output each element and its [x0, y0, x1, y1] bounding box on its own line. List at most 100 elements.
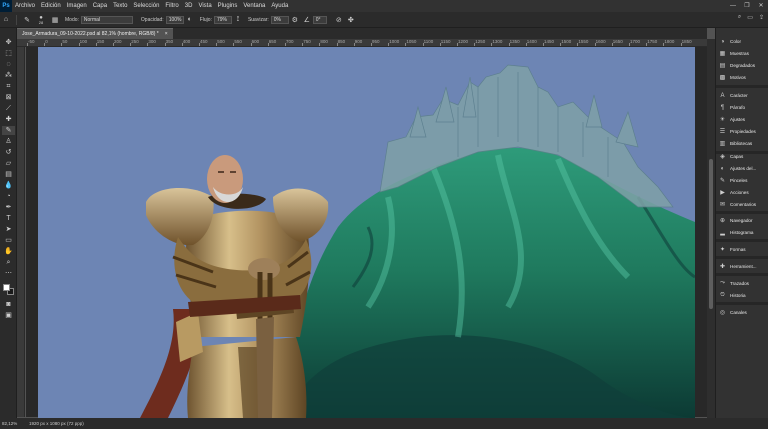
panel-libraries[interactable]: ▥ Bibliotecas [718, 138, 768, 149]
flow-field[interactable]: 79% [213, 15, 232, 24]
mode-select[interactable]: Normal [80, 15, 133, 24]
vertical-scrollbar[interactable] [707, 39, 715, 418]
lasso-tool-icon[interactable]: ◌ [2, 60, 15, 69]
quick-mask-icon[interactable]: ◙ [2, 300, 15, 309]
brush-tool-icon[interactable]: ✎ [21, 14, 33, 26]
vertical-ruler[interactable] [17, 47, 25, 417]
path-selection-tool-icon[interactable]: ➤ [2, 225, 15, 234]
document-tab-title: Jose_Armadura_09-10-2022.psd al 82,1% (h… [22, 31, 159, 37]
zoom-level[interactable]: 82,12% [0, 421, 17, 426]
panel-navigator[interactable]: ⊕ Navegador [718, 215, 768, 226]
close-tab-icon[interactable]: × [165, 29, 168, 39]
gradient-tool-icon[interactable]: ▤ [2, 170, 15, 179]
screen-mode-icon[interactable]: ▣ [2, 311, 15, 320]
marquee-tool-icon[interactable]: ⬚ [2, 49, 15, 58]
panel-properties[interactable]: ☰ Propiedades [718, 126, 768, 137]
menu-ventana[interactable]: Ventana [240, 3, 268, 9]
panel-patterns[interactable]: ▩ Motivos [718, 72, 768, 83]
frame-tool-icon[interactable]: ⊠ [2, 93, 15, 102]
menu-plugins[interactable]: Plugins [215, 3, 241, 9]
clone-stamp-tool-icon[interactable]: ♙ [2, 137, 15, 146]
blur-tool-icon[interactable]: 💧 [2, 181, 15, 190]
smoothing-field[interactable]: 0% [270, 15, 289, 24]
panel-comments[interactable]: ✉ Comentarios [718, 199, 768, 210]
panel-paragraph[interactable]: ¶ Párrafo [718, 102, 768, 113]
eyedropper-tool-icon[interactable]: ⟋ [2, 104, 15, 113]
panel-color[interactable]: ◑ Color [718, 36, 768, 47]
history-brush-tool-icon[interactable]: ↺ [2, 148, 15, 157]
vertical-scroll-thumb[interactable] [709, 159, 713, 309]
type-tool-icon[interactable]: T [2, 214, 15, 223]
panel-gradients[interactable]: ▤ Degradados [718, 60, 768, 71]
menu-3d[interactable]: 3D [182, 3, 196, 9]
menu-texto[interactable]: Texto [110, 3, 130, 9]
search-icon[interactable]: ⌕ [738, 14, 741, 21]
brush-preset-picker[interactable]: ● 28 [33, 14, 49, 26]
crop-tool-icon[interactable]: ⌗ [2, 82, 15, 91]
angle-field[interactable]: 0° [312, 15, 327, 24]
panel-tool-presets[interactable]: ✚ Herramient... [718, 261, 768, 272]
panel-character[interactable]: A Carácter [718, 90, 768, 101]
pen-tool-icon[interactable]: ✒ [2, 203, 15, 212]
status-bar: 82,12% 1920 px x 1080 px (72 ppp) [0, 418, 768, 429]
minimize-button[interactable]: — [726, 0, 740, 12]
pressure-size-icon[interactable]: ⊘ [333, 14, 345, 26]
panel-label: Trazados [730, 281, 749, 286]
eraser-tool-icon[interactable]: ▱ [2, 159, 15, 168]
share-icon[interactable]: ⇪ [759, 14, 764, 21]
panel-paths[interactable]: ⤳ Trazados [718, 278, 768, 289]
panel-actions[interactable]: ▶ Acciones [718, 187, 768, 198]
menu-seleccion[interactable]: Selección [130, 3, 162, 9]
panel-channels[interactable]: ◎ Canales [718, 307, 768, 318]
panel-shapes[interactable]: ✦ Formas [718, 244, 768, 255]
panel-adjustments[interactable]: ☀ Ajustes [718, 114, 768, 125]
dodge-tool-icon[interactable]: ◔ [2, 192, 15, 201]
healing-brush-tool-icon[interactable]: ✚ [2, 115, 15, 124]
quick-select-tool-icon[interactable]: ⁂ [2, 71, 15, 80]
move-tool-icon[interactable]: ✥ [2, 38, 15, 47]
foreground-color-swatch[interactable] [3, 284, 10, 291]
menu-capa[interactable]: Capa [90, 3, 110, 9]
menu-archivo[interactable]: Archivo [12, 3, 38, 9]
panel-layers[interactable]: ◈ Capas [718, 151, 768, 162]
panel-swatches[interactable]: ▦ Muestras [718, 48, 768, 59]
opacity-field[interactable]: 100% [165, 15, 184, 24]
smoothing-options-gear-icon[interactable]: ⚙ [289, 14, 301, 26]
document-canvas[interactable] [38, 47, 695, 418]
home-icon[interactable]: ⌂ [0, 14, 12, 26]
ruler-tick-mark [560, 43, 562, 46]
horizontal-ruler[interactable]: -50 0 50 100 150 200 250 300 350 400 450 500 550 600 6… [17, 39, 707, 47]
artwork [38, 47, 695, 418]
panel-history[interactable]: ⏲ Historia [718, 290, 768, 301]
maximize-button[interactable]: ❐ [740, 0, 754, 12]
color-wheel-icon: ◑ [720, 38, 725, 45]
ruler-tick-mark [594, 43, 596, 46]
ruler-tick-mark [422, 43, 424, 46]
zoom-tool-icon[interactable]: ⌕ [2, 258, 15, 267]
panel-layer-adjustments[interactable]: ◐ Ajustes del... [718, 163, 768, 174]
layer-adjustments-icon: ◐ [720, 165, 725, 172]
workspace-icon[interactable]: ▭ [747, 14, 753, 21]
menu-imagen[interactable]: Imagen [64, 3, 90, 9]
panel-histogram[interactable]: ▂ Histograma [718, 227, 768, 238]
photoshop-logo-icon[interactable]: Ps [0, 0, 12, 12]
document-info[interactable]: 1920 px x 1080 px (72 ppp) [17, 421, 84, 426]
close-button[interactable]: ✕ [754, 0, 768, 12]
brush-settings-icon[interactable]: ▦ [49, 14, 61, 26]
menu-vista[interactable]: Vista [195, 3, 214, 9]
menu-ayuda[interactable]: Ayuda [268, 3, 291, 9]
menu-filtro[interactable]: Filtro [162, 3, 181, 9]
hand-tool-icon[interactable]: ✋ [2, 247, 15, 256]
pressure-opacity-icon[interactable]: ◐ [184, 14, 196, 26]
rectangle-tool-icon[interactable]: ▭ [2, 236, 15, 245]
brush-tool-icon[interactable]: ✎ [2, 126, 15, 135]
menu-edicion[interactable]: Edición [38, 3, 64, 9]
ruler-tick-mark [250, 43, 252, 46]
document-tab[interactable]: Jose_Armadura_09-10-2022.psd al 82,1% (h… [17, 28, 173, 39]
gradient-icon: ▤ [719, 63, 726, 69]
panel-brushes[interactable]: ✎ Pinceles [718, 175, 768, 186]
airbrush-icon[interactable]: ⟟ [232, 14, 244, 26]
symmetry-icon[interactable]: ✤ [345, 14, 357, 26]
ruler-tick-label: 1550 [578, 39, 589, 44]
more-tools-icon[interactable]: ⋯ [2, 269, 15, 278]
